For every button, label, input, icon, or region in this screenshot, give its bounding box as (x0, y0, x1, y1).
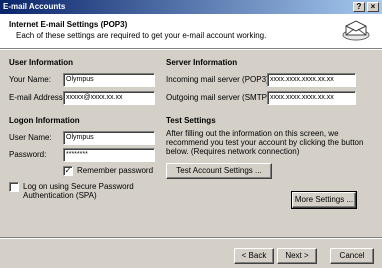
close-button[interactable]: × (367, 2, 379, 12)
email-field[interactable]: xxxxx@xxxx.xx.xx (63, 91, 155, 105)
header-panel: Internet E-mail Settings (POP3) Each of … (0, 14, 382, 48)
incoming-server-label: Incoming mail server (POP3): (166, 75, 271, 84)
outgoing-server-field[interactable]: xxxx.xxxx.xxxx.xx.xx (267, 91, 356, 105)
remember-password-label: Remember password (77, 166, 154, 175)
logon-info-heading: Logon Information (9, 116, 80, 125)
window-title: E-mail Accounts (3, 2, 66, 11)
incoming-server-field[interactable]: xxxx.xxxx.xxxx.xx.xx (267, 73, 356, 87)
outgoing-server-label: Outgoing mail server (SMTP): (166, 93, 272, 102)
remember-password-checkbox[interactable]: ✓ (63, 166, 73, 176)
next-button[interactable]: Next > (277, 248, 317, 264)
cancel-button[interactable]: Cancel (330, 248, 374, 264)
test-account-settings-button[interactable]: Test Account Settings ... (166, 163, 272, 179)
name-field[interactable]: Olympus (63, 73, 155, 87)
password-field[interactable]: ******** (63, 148, 155, 162)
username-label: User Name: (9, 133, 52, 142)
test-settings-heading: Test Settings (166, 116, 216, 125)
username-field[interactable]: Olympus (63, 131, 155, 145)
back-button[interactable]: < Back (234, 248, 274, 264)
footer-separator (0, 237, 382, 239)
spa-checkbox[interactable] (9, 182, 19, 192)
header-separator (0, 48, 382, 50)
mail-envelope-icon (342, 20, 370, 41)
user-info-heading: User Information (9, 58, 74, 67)
spa-label-line2: Authentication (SPA) (23, 191, 97, 200)
test-settings-description: After filling out the information on thi… (166, 129, 364, 156)
server-info-heading: Server Information (166, 58, 238, 67)
header-subtitle: Each of these settings are required to g… (16, 31, 267, 40)
spa-label-line1: Log on using Secure Password (23, 182, 134, 191)
email-label: E-mail Address: (9, 93, 66, 102)
header-title: Internet E-mail Settings (POP3) (9, 20, 128, 29)
name-label: Your Name: (9, 75, 51, 84)
help-button[interactable]: ? (353, 2, 365, 12)
more-settings-button[interactable]: More Settings ... (291, 191, 357, 209)
title-bar: E-mail Accounts ? × (0, 0, 382, 14)
password-label: Password: (9, 150, 47, 159)
